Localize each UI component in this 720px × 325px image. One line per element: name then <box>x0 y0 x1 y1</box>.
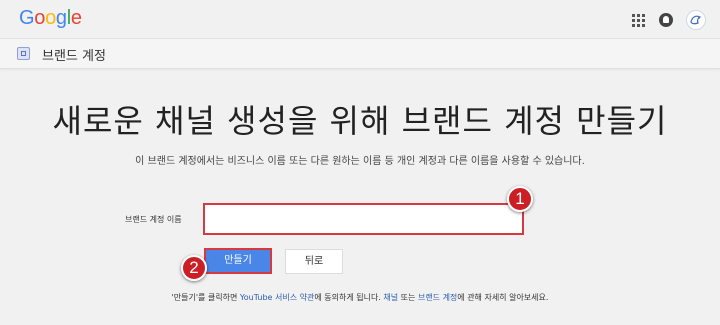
footer-text: 에 관해 자세히 알아보세요. <box>457 293 549 302</box>
terms-link[interactable]: YouTube 서비스 약관 <box>240 293 314 302</box>
logo-letter: g <box>55 7 67 29</box>
brand-account-icon <box>17 47 30 60</box>
footer-text: 또는 <box>398 293 418 302</box>
footer-text: '만들기'를 클릭하면 <box>171 293 240 302</box>
logo-letter: e <box>70 7 82 29</box>
logo-letter: o <box>34 7 46 29</box>
create-button[interactable]: 만들기 <box>204 248 272 274</box>
brand-account-link[interactable]: 브랜드 계정 <box>418 293 457 302</box>
page-subtitle: 이 브랜드 계정에서는 비즈니스 이름 또는 다른 원하는 이름 등 개인 계정… <box>135 156 585 167</box>
subbar-title: 브랜드 계정 <box>42 49 106 64</box>
step-marker-1: 1 <box>507 186 533 212</box>
avatar-bird-icon <box>690 15 702 25</box>
account-avatar[interactable] <box>686 10 706 30</box>
back-button[interactable]: 뒤로 <box>285 249 343 274</box>
page-title: 새로운 채널 생성을 위해 브랜드 계정 만들기 <box>52 102 668 140</box>
top-bar: Google <box>0 0 720 39</box>
brand-name-label: 브랜드 계정 이름 <box>125 215 182 224</box>
brand-name-input[interactable] <box>203 203 524 235</box>
google-logo[interactable]: Google <box>19 7 82 30</box>
logo-letter: G <box>19 7 35 29</box>
step-marker-2: 2 <box>181 255 207 281</box>
terms-footer: '만들기'를 클릭하면 YouTube 서비스 약관에 동의하게 됩니다. 채널… <box>0 292 720 303</box>
notifications-icon[interactable] <box>659 13 673 27</box>
top-icons <box>632 10 706 30</box>
brand-account-bar: 브랜드 계정 <box>0 39 720 69</box>
channel-link[interactable]: 채널 <box>383 293 398 302</box>
logo-letter: o <box>45 7 56 29</box>
apps-grid-icon[interactable] <box>632 13 646 28</box>
footer-text: 에 동의하게 됩니다. <box>314 293 384 302</box>
